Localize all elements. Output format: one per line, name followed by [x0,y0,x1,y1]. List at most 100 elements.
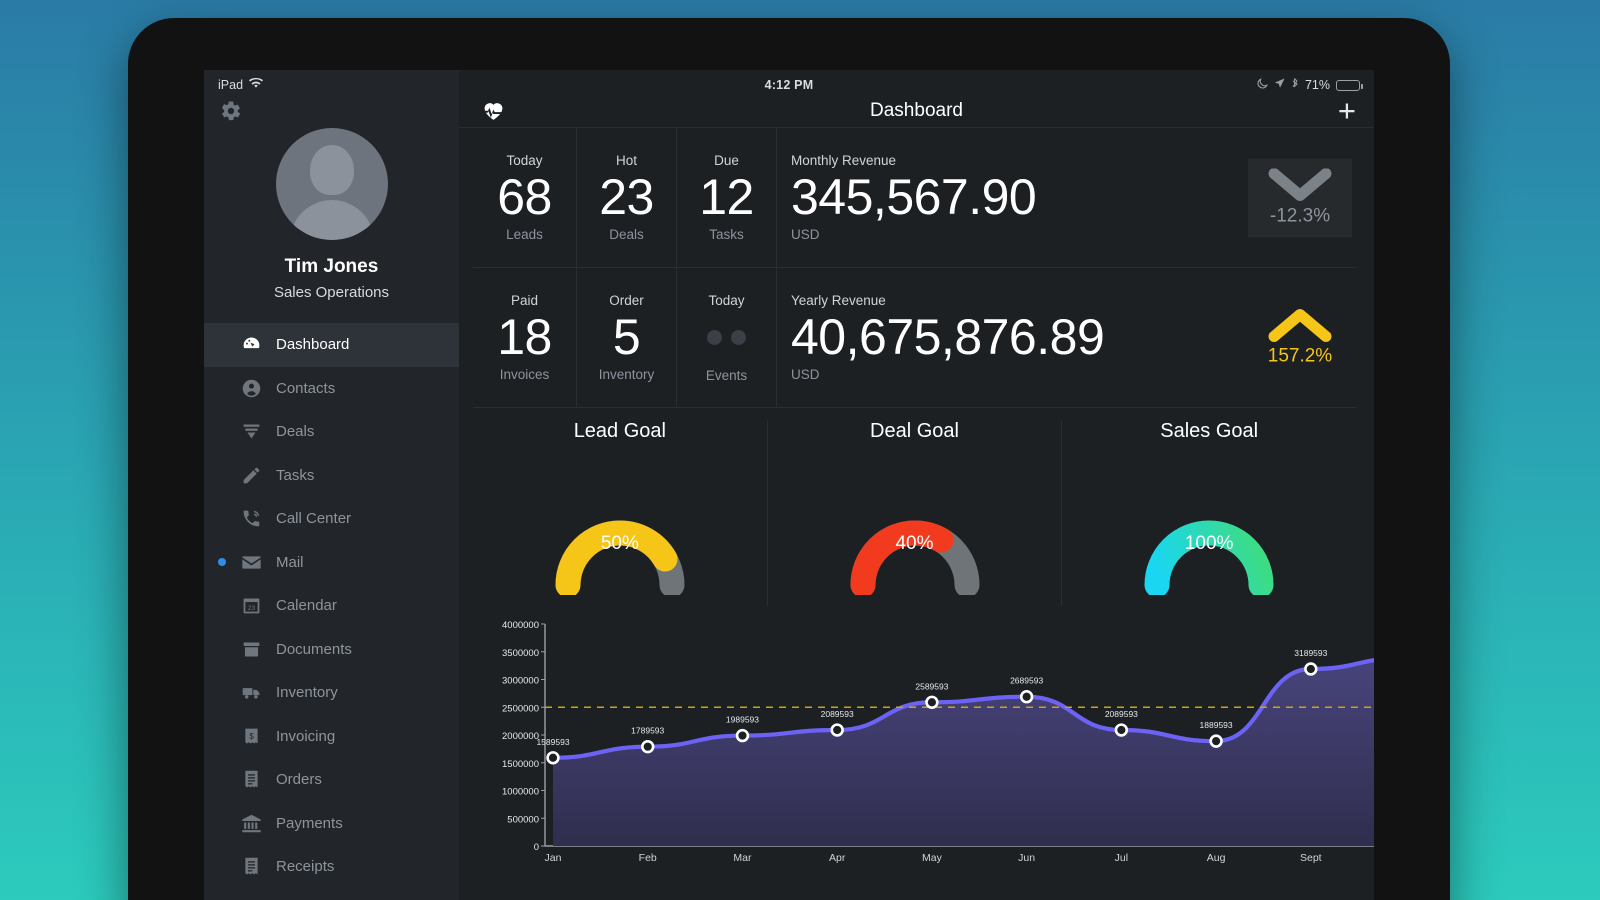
svg-text:3189593: 3189593 [1294,648,1327,658]
goal-lead[interactable]: Lead Goal 50% [473,420,768,606]
svg-text:2589593: 2589593 [915,681,948,691]
chevron-down-icon [1268,168,1332,201]
yearly-revenue-trend: 157.2% [1248,298,1352,377]
svg-text:0: 0 [534,842,539,853]
sidebar-item-documents[interactable]: Documents [204,628,459,672]
sidebar-item-calendar[interactable]: 23 Calendar [204,584,459,628]
gauge-percent: 50% [600,533,639,554]
kpi-value: 345,567.90 [791,169,1037,225]
gauge-percent: 100% [1184,533,1234,554]
kpi-inventory[interactable]: Order 5 Inventory [577,268,677,407]
kpi-section: Today 68 Leads Hot 23 Deals Due 12 Tasks… [459,128,1374,408]
svg-text:Aug: Aug [1207,852,1226,864]
kpi-leads[interactable]: Today 68 Leads [473,128,577,267]
kpi-sub: Tasks [709,227,744,242]
svg-text:Mar: Mar [733,852,752,864]
sidebar-item-orders[interactable]: Orders [204,758,459,802]
sidebar-item-dashboard[interactable]: Dashboard [204,323,459,367]
goal-title: Sales Goal [1160,420,1259,442]
chevron-up-icon [1268,308,1332,342]
svg-text:2000000: 2000000 [502,731,539,742]
kpi-label: Due [714,153,739,168]
ipad-screen: iPad 4:12 PM 71% Tim Jones Sales Operati… [204,70,1374,900]
avatar [275,128,388,240]
sidebar-item-label: Orders [276,771,322,789]
kpi-label: Today [506,153,543,168]
goal-gauges: Lead Goal 50% Deal Goal 40% Sales Goal 1… [459,408,1374,606]
person-icon [240,377,262,399]
status-bar-time: 4:12 PM [764,78,814,92]
svg-text:2689593: 2689593 [1010,676,1043,686]
main-content: Dashboard + Today 68 Leads Hot 23 Deals … [459,70,1374,900]
gear-icon [222,101,241,121]
add-button[interactable]: + [1338,95,1356,126]
status-bar-left: iPad [218,77,468,92]
kpi-label: Hot [615,153,637,168]
wifi-icon [249,77,264,92]
svg-text:2089593: 2089593 [1105,709,1138,719]
gauge-icon [240,334,262,356]
kpi-tasks[interactable]: Due 12 Tasks [677,128,777,267]
kpi-label: Monthly Revenue [791,153,897,168]
chart-canvas: 4000000 3500000 3000000 2500000 2000000 15000… [502,620,1374,864]
kpi-value: 5 [612,309,641,365]
goal-deal[interactable]: Deal Goal 40% [768,420,1063,606]
sidebar-item-call-center[interactable]: Call Center [204,497,459,541]
sidebar-item-label: Receipts [276,858,335,876]
kpi-value: 40,675,876.89 [791,309,1105,365]
kpi-value: 18 [497,309,552,365]
monthly-revenue-trend: -12.3% [1248,158,1352,237]
goal-sales[interactable]: Sales Goal 100% [1062,420,1356,606]
kpi-value: 68 [497,169,552,225]
truck-icon [240,682,262,704]
kpi-events[interactable]: Today Events [677,268,777,407]
kpi-sub: Invoices [499,367,550,382]
svg-text:23: 23 [247,605,255,612]
sidebar-item-payments[interactable]: Payments [204,802,459,846]
sidebar-item-deals[interactable]: Deals [204,410,459,454]
kpi-sub: Events [705,367,748,383]
sidebar-item-receipts[interactable]: Receipts [204,845,459,889]
user-name: Tim Jones [284,256,379,277]
kpi-deals[interactable]: Hot 23 Deals [577,128,677,267]
svg-text:3000000: 3000000 [502,676,539,687]
svg-text:1589593: 1589593 [536,737,569,747]
sidebar-item-label: Call Center [276,510,352,528]
kpi-invoices[interactable]: Paid 18 Invoices [473,268,577,407]
kpi-label: Yearly Revenue [791,293,886,308]
sidebar-item-inventory[interactable]: Inventory [204,671,459,715]
kpi-currency: USD [791,367,820,382]
kpi-label: Today [708,292,745,308]
sidebar-item-mail[interactable]: Mail [204,541,459,585]
archive-icon [240,638,262,660]
sidebar-item-invoicing[interactable]: $ Invoicing [204,715,459,759]
kpi-label: Paid [510,293,539,308]
sidebar-item-label: Tasks [276,466,315,484]
svg-text:3500000: 3500000 [502,648,539,659]
kpi-label: Order [609,293,644,308]
sidebar-item-tasks[interactable]: Tasks [204,454,459,498]
gauge: 40% [817,445,1013,595]
trend-value: 157.2% [1267,345,1333,366]
trend-value: -12.3% [1269,205,1331,226]
battery-percent-label: 71% [1304,78,1330,92]
svg-text:1789593: 1789593 [631,726,664,736]
sidebar-item-contacts[interactable]: Contacts [204,367,459,411]
gauge: 50% [522,445,718,595]
ipad-device-frame: iPad 4:12 PM 71% Tim Jones Sales Operati… [128,18,1450,900]
sidebar-item-label: Mail [276,553,304,571]
battery-icon [1336,79,1363,91]
invoice-icon: $ [240,725,262,747]
pencil-icon [240,464,262,486]
svg-text:1989593: 1989593 [726,715,759,725]
svg-text:1000000: 1000000 [502,787,539,798]
bank-icon [240,812,262,834]
calendar-icon: 23 [240,595,262,617]
goal-title: Lead Goal [573,420,666,442]
unread-badge-dot [218,558,226,567]
sidebar-item-label: Invoicing [276,727,336,745]
sidebar-item-label: Contacts [276,379,336,397]
chart-x-axis: JanFebMarAprMayJunJulAugSeptOctNovDec [545,852,1322,864]
sidebar-item-label: Inventory [276,684,338,702]
kpi-value: 23 [599,169,654,225]
